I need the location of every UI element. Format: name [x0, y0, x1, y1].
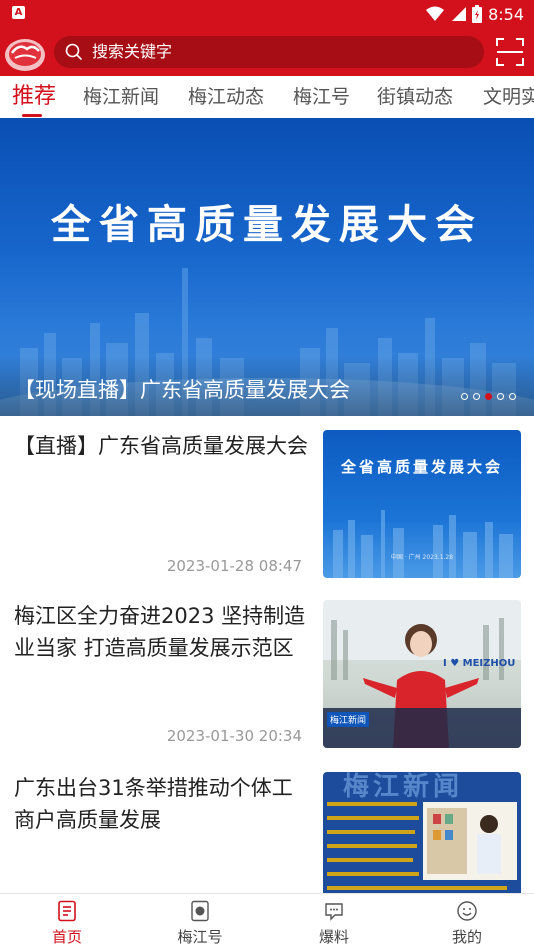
news-title: 广东出台31条举措推动个体工商户高质量发展 [14, 776, 293, 832]
carousel-dot [509, 393, 516, 400]
battery-icon [472, 5, 483, 23]
carousel-dot [473, 393, 480, 400]
search-bar[interactable]: 搜索关键字 [54, 36, 484, 68]
tab-meijiang-dynamics[interactable]: 梅江动态 [188, 76, 264, 118]
tab-civilization[interactable]: 文明实 [483, 76, 534, 118]
search-placeholder: 搜索关键字 [92, 42, 173, 61]
app-notification-icon: A [12, 6, 25, 19]
news-thumbnail: 梅江新闻 [323, 772, 521, 893]
search-icon [65, 43, 82, 60]
clock: 8:54 [488, 4, 524, 24]
tab-meijianghao[interactable]: 梅江号 [293, 76, 350, 118]
nav-profile[interactable]: 我的 [400, 894, 534, 951]
nav-label: 首页 [51, 928, 82, 946]
news-thumbnail: 全省高质量发展大会 中国 · 广州 2023.1.28 [323, 430, 521, 578]
carousel-dot [497, 393, 504, 400]
nav-label: 我的 [451, 928, 482, 946]
news-item[interactable]: 梅江区全力奋进2023 坚持制造业当家 打造高质量发展示范区 2023-01-3… [0, 600, 534, 772]
news-timestamp: 2023-01-30 20:34 [166, 727, 302, 745]
app-logo-icon[interactable] [3, 31, 47, 73]
signal-icon [452, 7, 467, 21]
news-item[interactable]: 【直播】广东省高质量发展大会 2023-01-28 08:47 全省高质量发展大… [0, 430, 534, 602]
nav-meijianghao[interactable]: 梅江号 [133, 894, 267, 951]
thumb-program-badge: 梅江新闻 [327, 712, 370, 727]
bottom-navigation: 首页 梅江号 爆料 我的 [0, 893, 534, 951]
status-bar: A 8:54 [0, 0, 534, 28]
nav-label: 梅江号 [177, 928, 223, 946]
home-icon [58, 900, 76, 922]
thumb-text-lines [327, 802, 517, 890]
thumb-headline: 全省高质量发展大会 [340, 458, 503, 476]
news-thumbnail: I ♥ MEIZHOU 梅江新闻 [323, 600, 521, 748]
nav-label: 爆料 [318, 928, 349, 946]
tab-street-town-dynamics[interactable]: 街镇动态 [377, 76, 453, 118]
news-timestamp: 2023-01-28 08:47 [166, 557, 302, 575]
tab-meijiang-news[interactable]: 梅江新闻 [83, 76, 159, 118]
status-icons: 8:54 [426, 3, 524, 25]
carousel-indicator [461, 393, 516, 400]
carousel-dot-active [485, 393, 492, 400]
tab-recommend[interactable]: 推荐 [12, 76, 56, 118]
nav-tips[interactable]: 爆料 [267, 894, 401, 951]
active-tab-indicator [22, 114, 42, 117]
nav-home[interactable]: 首页 [0, 894, 134, 951]
chat-icon [325, 903, 343, 921]
banner-caption: 【现场直播】广东省高质量发展大会 [14, 378, 350, 402]
thumb-sign: I ♥ MEIZHOU [443, 658, 516, 669]
news-title: 【直播】广东省高质量发展大会 [14, 434, 308, 458]
carousel-dot [461, 393, 468, 400]
thumb-subtitle: 中国 · 广州 2023.1.28 [390, 554, 454, 561]
banner-carousel[interactable]: 全省高质量发展大会 【现场直播】广东省高质量发展大会 [0, 118, 534, 416]
meijianghao-icon [191, 900, 209, 922]
scan-icon[interactable] [496, 38, 524, 66]
app-header: 搜索关键字 [0, 28, 534, 76]
wifi-icon [426, 6, 445, 21]
news-title: 梅江区全力奋进2023 坚持制造业当家 打造高质量发展示范区 [14, 604, 306, 660]
profile-icon [457, 901, 477, 921]
banner-headline: 全省高质量发展大会 [51, 202, 483, 248]
category-tabs: 推荐 梅江新闻 梅江动态 梅江号 街镇动态 文明实 [0, 76, 534, 118]
